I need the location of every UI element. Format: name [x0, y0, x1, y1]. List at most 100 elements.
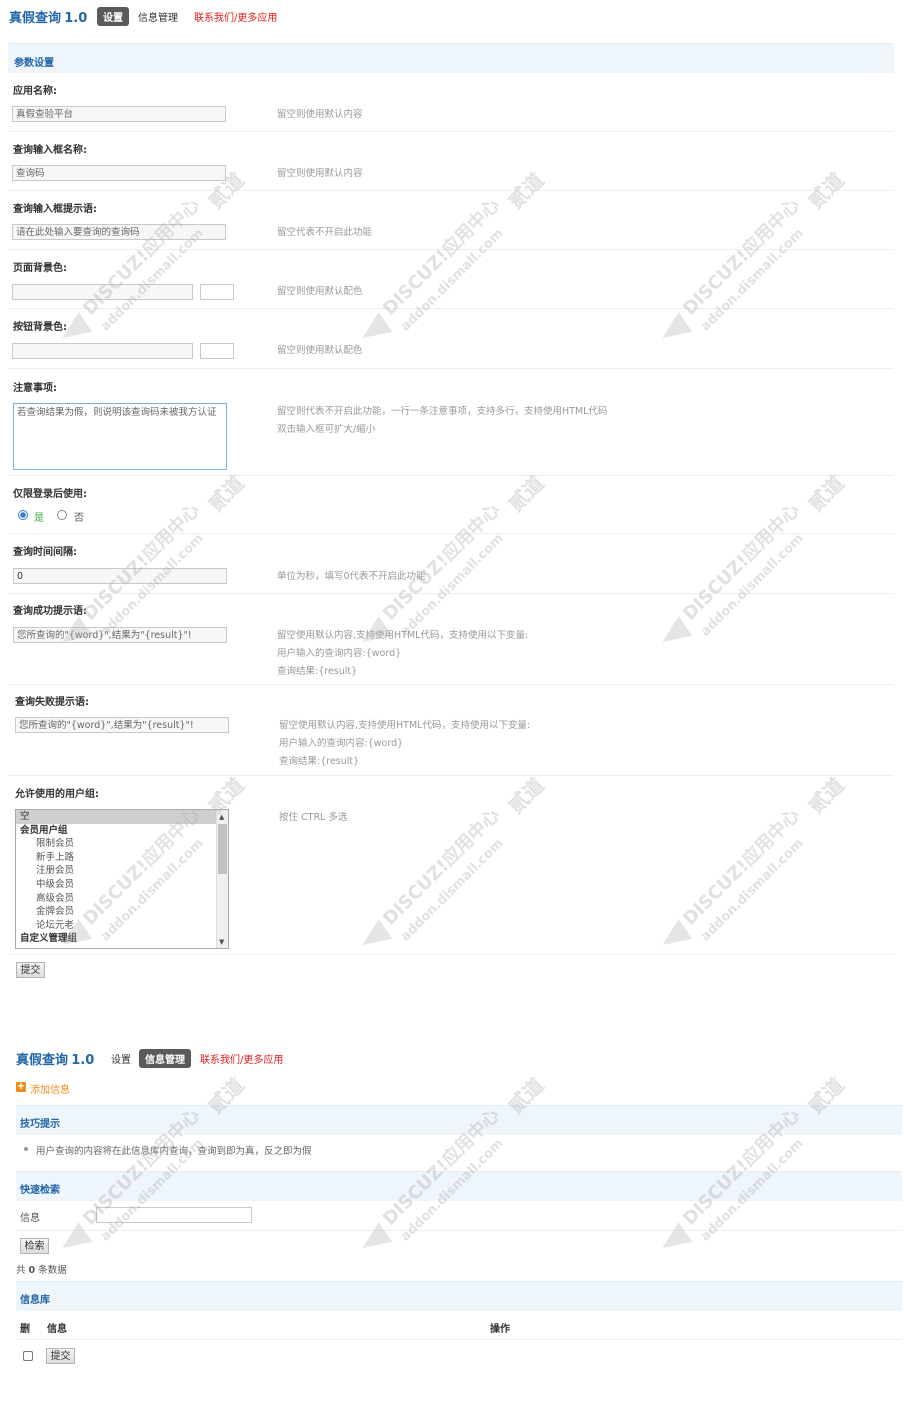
col-info: 信息 [47, 1324, 67, 1335]
watermark: DISCUZ!应用中心 addon.dismall.com [79, 194, 207, 335]
divider [8, 190, 894, 191]
success-input[interactable]: 您所查询的"{word}",结果为"{result}"! [13, 627, 227, 643]
divider [8, 368, 894, 369]
btn-color-hint: 留空则使用默认配色 [277, 345, 363, 356]
input-name-field[interactable]: 查询码 [12, 165, 226, 181]
section-header-tips: 技巧提示 [16, 1105, 902, 1135]
notice-textarea[interactable]: 若查询结果为假，则说明该查询码未被我方认证 [13, 403, 227, 470]
notice-hint-1: 留空则代表不开启此功能，一行一条注意事项，支持多行，支持使用HTML代码 [277, 406, 608, 417]
login-yes-label: 是 [34, 513, 44, 524]
login-only-label: 仅限登录后使用: [13, 489, 87, 500]
fail-label: 查询失败提示语: [15, 697, 89, 708]
tip-text: 用户查询的内容将在此信息库内查询，查询到即为真，反之即为假 [36, 1146, 312, 1157]
tab-info-management[interactable]: 信息管理 [132, 7, 184, 26]
interval-label: 查询时间间隔: [13, 547, 77, 558]
login-no-label: 否 [74, 513, 84, 524]
divider [8, 131, 894, 132]
group-option[interactable]: 自定义管理组 [16, 932, 228, 946]
fail-hint-2: 用户输入的查询内容:{word} [279, 738, 404, 749]
divider [8, 533, 894, 534]
watermark: DISCUZ!应用中心 addon.dismall.com [679, 804, 807, 945]
group-option[interactable]: 新手上路 [16, 851, 228, 865]
group-option[interactable]: 会员用户组 [16, 824, 228, 838]
section-title: 参数设置 [14, 58, 54, 69]
divider [8, 593, 894, 594]
notice-hint-2: 双击输入框可扩大/缩小 [277, 424, 376, 435]
search-button[interactable]: 检索 [20, 1238, 49, 1254]
divider [8, 684, 894, 685]
add-icon[interactable]: + [16, 1082, 26, 1092]
watermark: DISCUZ!应用中心 addon.dismall.com [379, 194, 507, 335]
col-delete: 删 [20, 1324, 30, 1335]
app-name-input[interactable]: 真假查验平台 [12, 106, 226, 122]
contact-link[interactable]: 联系我们/更多应用 [194, 9, 277, 24]
section-title: 技巧提示 [20, 1119, 60, 1130]
fail-hint-3: 查询结果:{result} [279, 756, 360, 767]
group-option[interactable]: 限制会员 [16, 837, 228, 851]
tab-info-management[interactable]: 信息管理 [139, 1049, 191, 1068]
input-name-hint: 留空则使用默认内容 [277, 168, 363, 179]
submit-button[interactable]: 提交 [16, 962, 45, 978]
group-option[interactable]: 高级会员 [16, 892, 228, 906]
watermark: DISCUZ!应用中心 addon.dismall.com [679, 499, 807, 640]
group-option[interactable]: 论坛元老 [16, 919, 228, 933]
bg-color-input[interactable] [12, 284, 193, 300]
interval-input[interactable]: 0 [13, 568, 227, 584]
bg-color-hint: 留空则使用默认配色 [277, 286, 363, 297]
app-title: 真假查询 1.0 [9, 10, 88, 26]
listbox-scrollbar[interactable]: ▲ ▼ [216, 810, 228, 948]
divider [16, 1339, 902, 1340]
group-option[interactable]: 中级会员 [16, 878, 228, 892]
divider [8, 308, 894, 309]
input-tip-label: 查询输入框提示语: [13, 204, 97, 215]
watermark-arrow-icon [655, 616, 693, 652]
search-label: 信息 [20, 1213, 40, 1224]
watermark-arrow-icon [55, 616, 93, 652]
bg-color-swatch[interactable] [200, 284, 234, 300]
divider [8, 954, 894, 955]
group-option[interactable]: 空 [16, 810, 228, 824]
delete-submit-button[interactable]: 提交 [46, 1348, 75, 1364]
scroll-thumb[interactable] [218, 824, 227, 874]
watermark: DISCUZ!应用中心 addon.dismall.com [679, 194, 807, 335]
success-hint-1: 留空使用默认内容,支持使用HTML代码，支持使用以下变量: [277, 630, 529, 641]
select-all-checkbox[interactable] [23, 1351, 33, 1361]
divider [8, 775, 894, 776]
search-input[interactable] [96, 1207, 252, 1223]
login-yes-radio[interactable] [18, 510, 28, 520]
watermark-arrow-icon [655, 312, 693, 348]
scroll-up-icon[interactable]: ▲ [219, 813, 224, 821]
btn-color-input[interactable] [12, 343, 193, 359]
scroll-down-icon[interactable]: ▼ [219, 938, 224, 946]
bullet-icon [24, 1147, 28, 1151]
group-option[interactable]: 注册会员 [16, 864, 228, 878]
section-header-search: 快速检索 [16, 1171, 902, 1201]
app-name-label: 应用名称: [13, 86, 57, 97]
watermark-arrow-icon [655, 1222, 693, 1258]
result-count: 共 0 条数据 [16, 1265, 67, 1276]
input-tip-field[interactable]: 请在此处输入要查询的查询码 [12, 224, 226, 240]
input-tip-hint: 留空代表不开启此功能 [277, 227, 373, 238]
btn-color-swatch[interactable] [200, 343, 234, 359]
watermark-arrow-icon [55, 1222, 93, 1258]
add-info-link[interactable]: 添加信息 [30, 1081, 70, 1096]
watermark-arrow-icon [355, 919, 393, 955]
notice-label: 注意事项: [13, 383, 57, 394]
interval-hint: 单位为秒，填写0代表不开启此功能 [277, 571, 426, 582]
watermark: 贰道 [503, 772, 549, 819]
contact-link[interactable]: 联系我们/更多应用 [200, 1051, 283, 1066]
app-title: 真假查询 1.0 [16, 1052, 95, 1068]
login-no-radio[interactable] [57, 510, 67, 520]
groups-listbox[interactable]: 空 会员用户组 限制会员 新手上路 注册会员 中级会员 高级会员 金牌会员 论坛… [15, 809, 229, 949]
section-title: 快速检索 [20, 1185, 60, 1196]
tab-settings[interactable]: 设置 [105, 1049, 137, 1068]
watermark-arrow-icon [655, 919, 693, 955]
groups-hint: 按住 CTRL 多选 [279, 812, 348, 823]
fail-input[interactable]: 您所查询的"{word}",结果为"{result}"! [15, 717, 229, 733]
watermark: 贰道 [803, 772, 849, 819]
success-hint-2: 用户输入的查询内容:{word} [277, 648, 402, 659]
tab-settings[interactable]: 设置 [97, 7, 129, 26]
section-header-library: 信息库 [16, 1281, 902, 1311]
col-action: 操作 [490, 1324, 510, 1335]
group-option[interactable]: 金牌会员 [16, 905, 228, 919]
